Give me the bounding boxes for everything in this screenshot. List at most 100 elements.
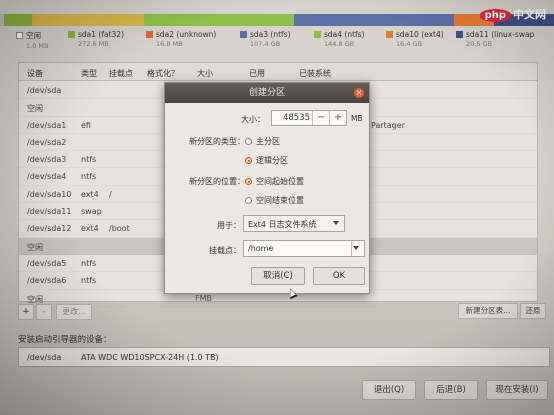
- legend-size: 107.4 GB: [250, 40, 281, 48]
- new-partition-table-button[interactable]: 新建分区表...: [458, 303, 518, 319]
- bootloader-model: ATA WDC WD10SPCX-24H (1.0 TB): [81, 353, 219, 362]
- size-value: 48535: [282, 113, 310, 123]
- legend-name: sda3 (ntfs): [250, 30, 291, 39]
- legend-size: 16.4 GB: [396, 40, 423, 48]
- swatch-sda4: [314, 31, 321, 38]
- swatch-sda2: [146, 31, 153, 38]
- swatch-sda1: [68, 31, 75, 38]
- side-text: Partager: [371, 120, 405, 130]
- legend-size: 16.8 MB: [156, 40, 183, 48]
- radio-dot-checked: [245, 178, 252, 185]
- size-label: 大小：: [241, 115, 265, 124]
- cell-type: efi: [81, 120, 91, 130]
- legend-item: sda10 (ext4) 16.4 GB: [386, 30, 444, 48]
- col-system-header[interactable]: 已装系统: [299, 68, 331, 79]
- mount-point-value: /home: [248, 244, 274, 253]
- legend-name: sda2 (unknown): [156, 30, 217, 39]
- quit-button[interactable]: 退出(Q): [362, 380, 416, 400]
- create-partition-dialog: 创建分区 × 大小： 48535 − + MB 新分区的类型： 主分区 逻辑分区…: [164, 82, 370, 294]
- revert-button[interactable]: 还原: [520, 303, 546, 319]
- location-label: 新分区的位置：: [189, 177, 245, 186]
- legend-name: sda1 (fat32): [78, 30, 124, 39]
- bar-sda3: [144, 14, 294, 26]
- side-text: FMB: [195, 293, 212, 303]
- cell-type: ntfs: [81, 172, 97, 182]
- install-now-button[interactable]: 现在安装(I): [486, 380, 548, 400]
- installer-screen: 空闲 1.0 MB sda1 (fat32) 272.6 MB sda2 (un…: [0, 0, 554, 415]
- col-device-header[interactable]: 设备: [27, 68, 43, 79]
- close-icon[interactable]: ×: [354, 88, 364, 98]
- cell-mount: /: [109, 189, 112, 199]
- cell-mount: /boot: [109, 224, 130, 234]
- bootloader-device: /dev/sda: [27, 353, 62, 362]
- legend-item: 空闲 1.0 MB: [16, 30, 48, 50]
- dialog-title: 创建分区: [165, 83, 369, 103]
- cell-device: /dev/sda4: [27, 172, 67, 182]
- swatch-sda3: [240, 31, 247, 38]
- cell-device: /dev/sda3: [27, 155, 67, 165]
- size-unit: MB: [351, 114, 363, 123]
- cell-device: 空闲: [27, 294, 43, 304]
- cell-device: 空闲: [27, 104, 43, 114]
- swatch-free: [16, 32, 23, 39]
- col-size-header[interactable]: 大小: [197, 68, 213, 79]
- radio-end-label: 空间结束位置: [256, 196, 304, 205]
- chevron-down-icon: [353, 246, 359, 250]
- watermark-logo: php: [479, 9, 511, 22]
- swatch-sda11: [456, 31, 463, 38]
- legend-name: sda10 (ext4): [396, 30, 444, 39]
- decrease-button[interactable]: −: [312, 111, 329, 125]
- radio-logical[interactable]: 逻辑分区: [245, 155, 288, 166]
- cell-type: ntfs: [81, 276, 97, 286]
- radio-dot-checked: [245, 157, 252, 164]
- remove-partition-button[interactable]: -: [36, 304, 52, 320]
- radio-beginning[interactable]: 空间起始位置: [245, 176, 304, 187]
- legend-item: sda11 (linux-swap 20.5 GB: [456, 30, 534, 48]
- legend-name: 空闲: [26, 31, 41, 40]
- partition-legend: 空闲 1.0 MB sda1 (fat32) 272.6 MB sda2 (un…: [16, 30, 554, 54]
- legend-item: sda4 (ntfs) 144.8 GB: [314, 30, 365, 48]
- cell-type: ntfs: [81, 155, 97, 165]
- col-used-header[interactable]: 已用: [249, 68, 265, 79]
- bar-sda4: [294, 14, 454, 26]
- table-header: 设备 类型 挂载点 格式化？ 大小 已用 已装系统: [19, 63, 537, 81]
- radio-dot: [245, 138, 252, 145]
- col-type-header[interactable]: 类型: [81, 68, 97, 79]
- bootloader-device-select[interactable]: /dev/sda ATA WDC WD10SPCX-24H (1.0 TB): [18, 347, 550, 367]
- cell-device: /dev/sda11: [27, 207, 72, 217]
- col-format-header[interactable]: 格式化？: [147, 68, 179, 79]
- radio-beginning-label: 空间起始位置: [256, 177, 304, 186]
- legend-size: 1.0 MB: [26, 42, 49, 50]
- legend-item: sda3 (ntfs) 107.4 GB: [240, 30, 291, 48]
- increase-button[interactable]: +: [329, 111, 346, 125]
- radio-primary[interactable]: 主分区: [245, 136, 280, 147]
- cell-device: /dev/sda5: [27, 258, 67, 268]
- bar-sda1: [4, 14, 32, 26]
- back-button[interactable]: 后退(B): [424, 380, 478, 400]
- cell-device: 空闲: [27, 242, 43, 252]
- watermark-text: 中文网: [513, 8, 546, 21]
- use-as-value: Ext4 日志文件系统: [248, 220, 317, 229]
- cancel-button[interactable]: 取消(C): [251, 267, 305, 285]
- radio-end[interactable]: 空间结束位置: [245, 195, 304, 206]
- use-as-combo[interactable]: Ext4 日志文件系统: [243, 215, 345, 232]
- cell-type: swap: [81, 207, 102, 217]
- cell-type: ext4: [81, 189, 99, 199]
- mount-point-combo[interactable]: /home: [243, 240, 365, 257]
- legend-item: sda2 (unknown) 16.8 MB: [146, 30, 216, 48]
- col-mount-header[interactable]: 挂载点: [109, 68, 133, 79]
- cell-device: /dev/sda2: [27, 137, 67, 147]
- radio-dot: [245, 197, 252, 204]
- cell-device: /dev/sda10: [27, 189, 72, 199]
- ok-button[interactable]: OK: [313, 267, 365, 285]
- legend-name: sda11 (linux-swap: [466, 30, 535, 39]
- chevron-down-icon: [333, 221, 339, 225]
- bar-sda2: [32, 14, 144, 26]
- legend-item: sda1 (fat32) 272.6 MB: [68, 30, 124, 48]
- cell-type: ext4: [81, 224, 99, 234]
- cell-type: ntfs: [81, 258, 97, 268]
- change-partition-button[interactable]: 更改...: [56, 304, 92, 320]
- size-spinbox[interactable]: 48535 − +: [271, 110, 347, 126]
- swatch-sda10: [386, 31, 393, 38]
- add-partition-button[interactable]: +: [18, 304, 34, 320]
